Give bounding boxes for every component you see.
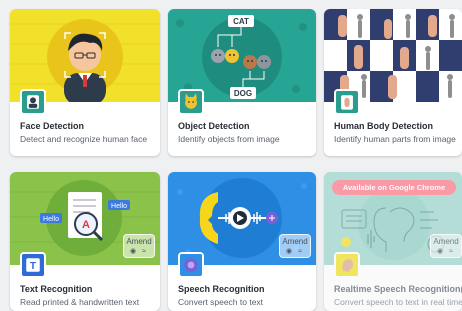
device-wifi-icon: ◉ ≈	[437, 248, 455, 255]
card-title: Human Body Detection	[334, 121, 434, 131]
device-wifi-icon: ◉ ≈	[286, 248, 304, 255]
card-description: Detect and recognize human face	[20, 134, 148, 144]
realtime-speech-icon	[334, 252, 360, 278]
card-object-detection[interactable]: CAT DOG Object Detection Identify object…	[168, 9, 316, 156]
chip-label: Amend	[433, 237, 459, 246]
chip-label: Amend	[126, 237, 152, 246]
card-description: Read printed & handwritten text	[20, 297, 140, 307]
extension-grid: Face Detection Detect and recognize huma…	[0, 0, 462, 311]
speech-recognition-icon	[178, 252, 204, 278]
card-description: Identify human parts from image	[334, 134, 456, 144]
card-title: Object Detection	[178, 121, 250, 131]
object-detection-icon	[178, 89, 204, 115]
card-human-body-detection[interactable]: Human Body Detection Identify human part…	[324, 9, 462, 156]
text-recognition-icon: T	[20, 252, 46, 278]
amend-chip: Amend ◉ ≈	[279, 234, 311, 258]
amend-chip: Amend ◉ ≈	[123, 234, 155, 258]
card-description: Identify objects from image	[178, 134, 280, 144]
card-title: Speech Recognition	[178, 284, 265, 294]
card-speech-recognition[interactable]: Amend ◉ ≈ Speech Recognition Convert spe…	[168, 172, 316, 311]
chrome-availability-banner: Available on Google Chrome	[332, 180, 456, 195]
device-wifi-icon: ◉ ≈	[130, 248, 148, 255]
svg-text:T: T	[30, 261, 37, 272]
card-description: Convert speech to text	[178, 297, 264, 307]
card-realtime-speech-recognition[interactable]: Available on Google Chrome Amend ◉ ≈ Rea…	[324, 172, 462, 311]
card-title: Realtime Speech Recognition(Alp	[334, 284, 462, 294]
hello-tag-left: Hello	[43, 216, 59, 223]
card-title: Text Recognition	[20, 284, 93, 294]
face-detection-icon	[20, 89, 46, 115]
svg-text:A: A	[82, 219, 90, 231]
card-title: Face Detection	[20, 121, 85, 131]
hello-tag-right: Hello	[111, 203, 127, 210]
amend-chip: Amend ◉ ≈	[430, 234, 462, 258]
card-description: Convert speech to text in real time	[334, 297, 462, 307]
chip-label: Amend	[282, 237, 308, 246]
human-body-detection-icon	[334, 89, 360, 115]
dog-label: DOG	[234, 89, 252, 98]
cat-label: CAT	[233, 17, 249, 26]
card-face-detection[interactable]: Face Detection Detect and recognize huma…	[10, 9, 160, 156]
card-text-recognition[interactable]: A Hello Hello Amend ◉ ≈ T Text Recogniti…	[10, 172, 160, 311]
